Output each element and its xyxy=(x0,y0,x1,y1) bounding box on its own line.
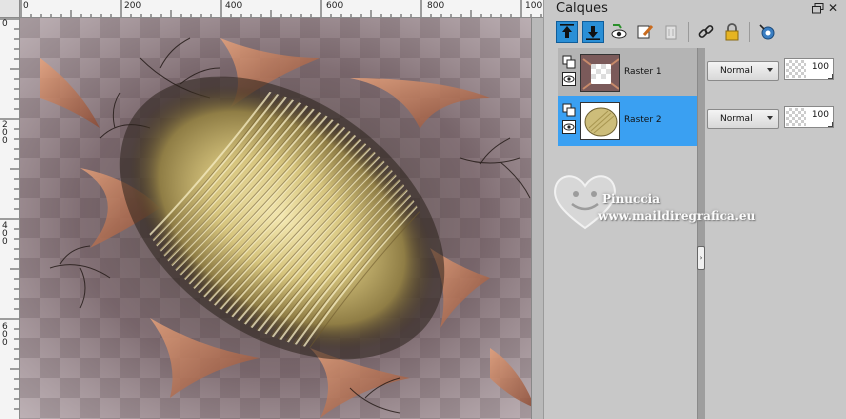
ruler-label: 800 xyxy=(427,1,445,11)
opacity-checker-swatch xyxy=(786,108,806,126)
layer-row-raster-1[interactable]: Raster 1 xyxy=(558,48,697,98)
opacity-checker-swatch xyxy=(786,60,806,78)
ruler-horizontal-ticks xyxy=(20,0,542,17)
watermark: Pinuccia www.maildiregrafica.eu xyxy=(550,170,780,240)
layers-palette: Calques ✕ Raster 1 Raster 2 › Normal 100… xyxy=(543,0,846,419)
app-window: 0 200 400 600 800 100 0 2 0 0 4 0 0 6 0 … xyxy=(0,0,846,419)
toolbar-separator xyxy=(688,22,689,42)
layer-controls xyxy=(562,103,576,134)
layer-row-raster-2[interactable]: Raster 2 xyxy=(558,96,697,146)
layer-effects-icon[interactable] xyxy=(756,21,778,43)
layer-controls xyxy=(562,55,576,86)
ruler-label: 0 xyxy=(23,1,29,11)
blend-mode-value: Normal xyxy=(720,114,753,124)
ruler-label: 0 xyxy=(2,19,8,29)
ruler-label: 4 0 0 xyxy=(2,221,8,247)
layer-name: Raster 2 xyxy=(624,115,662,125)
restore-window-icon[interactable] xyxy=(812,3,824,14)
delete-layer-icon[interactable] xyxy=(660,21,682,43)
layer-group-icon[interactable] xyxy=(562,55,576,69)
visibility-eye-icon[interactable] xyxy=(562,120,576,134)
chevron-down-icon xyxy=(767,116,773,120)
link-layer-icon[interactable] xyxy=(695,21,717,43)
watermark-name: Pinuccia xyxy=(602,192,660,206)
move-layer-down-icon[interactable] xyxy=(582,21,604,43)
move-layer-up-icon[interactable] xyxy=(556,21,578,43)
layer-visibility-icon[interactable] xyxy=(608,21,630,43)
ruler-label: 200 xyxy=(124,1,142,11)
layer-name: Raster 1 xyxy=(624,67,662,77)
visibility-eye-icon[interactable] xyxy=(562,72,576,86)
layer-props-raster-2: Normal 100 xyxy=(707,106,846,132)
toolbar-separator xyxy=(749,22,750,42)
resize-grip-icon[interactable] xyxy=(828,122,833,127)
palette-title: Calques xyxy=(556,1,608,16)
lock-layer-icon[interactable] xyxy=(721,21,743,43)
ruler-vertical-ticks xyxy=(0,18,19,410)
layers-toolbar xyxy=(556,21,778,43)
ruler-label: 2 0 0 xyxy=(2,120,8,146)
opacity-value: 100 xyxy=(811,110,829,120)
ruler-label: 400 xyxy=(225,1,243,11)
layer-thumbnail xyxy=(580,102,620,140)
ruler-label: 600 xyxy=(326,1,344,11)
close-icon[interactable]: ✕ xyxy=(828,1,838,15)
resize-grip-icon[interactable] xyxy=(828,74,833,79)
canvas-area: 0 200 400 600 800 100 0 2 0 0 4 0 0 6 0 … xyxy=(0,0,543,419)
edit-layer-icon[interactable] xyxy=(634,21,656,43)
layer-props-raster-1: Normal 100 xyxy=(707,58,846,84)
opacity-field[interactable]: 100 xyxy=(784,58,834,80)
watermark-url: www.maildiregrafica.eu xyxy=(598,209,756,223)
blend-mode-select[interactable]: Normal xyxy=(707,109,779,129)
ruler-label: 100 xyxy=(525,1,543,11)
opacity-field[interactable]: 100 xyxy=(784,106,834,128)
image-canvas[interactable] xyxy=(20,18,543,419)
ruler-horizontal: 0 200 400 600 800 100 xyxy=(20,0,543,18)
ruler-vertical: 0 2 0 0 4 0 0 6 0 0 xyxy=(0,18,20,419)
chevron-down-icon xyxy=(767,68,773,72)
collapse-chevron-icon[interactable]: › xyxy=(697,246,705,270)
blend-mode-select[interactable]: Normal xyxy=(707,61,779,81)
layer-list: Raster 1 Raster 2 xyxy=(558,48,697,146)
canvas-scroll-gutter[interactable] xyxy=(531,18,543,419)
layer-thumbnail xyxy=(580,54,620,92)
opacity-value: 100 xyxy=(811,62,829,72)
ruler-corner xyxy=(0,0,20,18)
layer-group-icon[interactable] xyxy=(562,103,576,117)
blend-mode-value: Normal xyxy=(720,66,753,76)
ruler-label: 6 0 0 xyxy=(2,322,8,348)
